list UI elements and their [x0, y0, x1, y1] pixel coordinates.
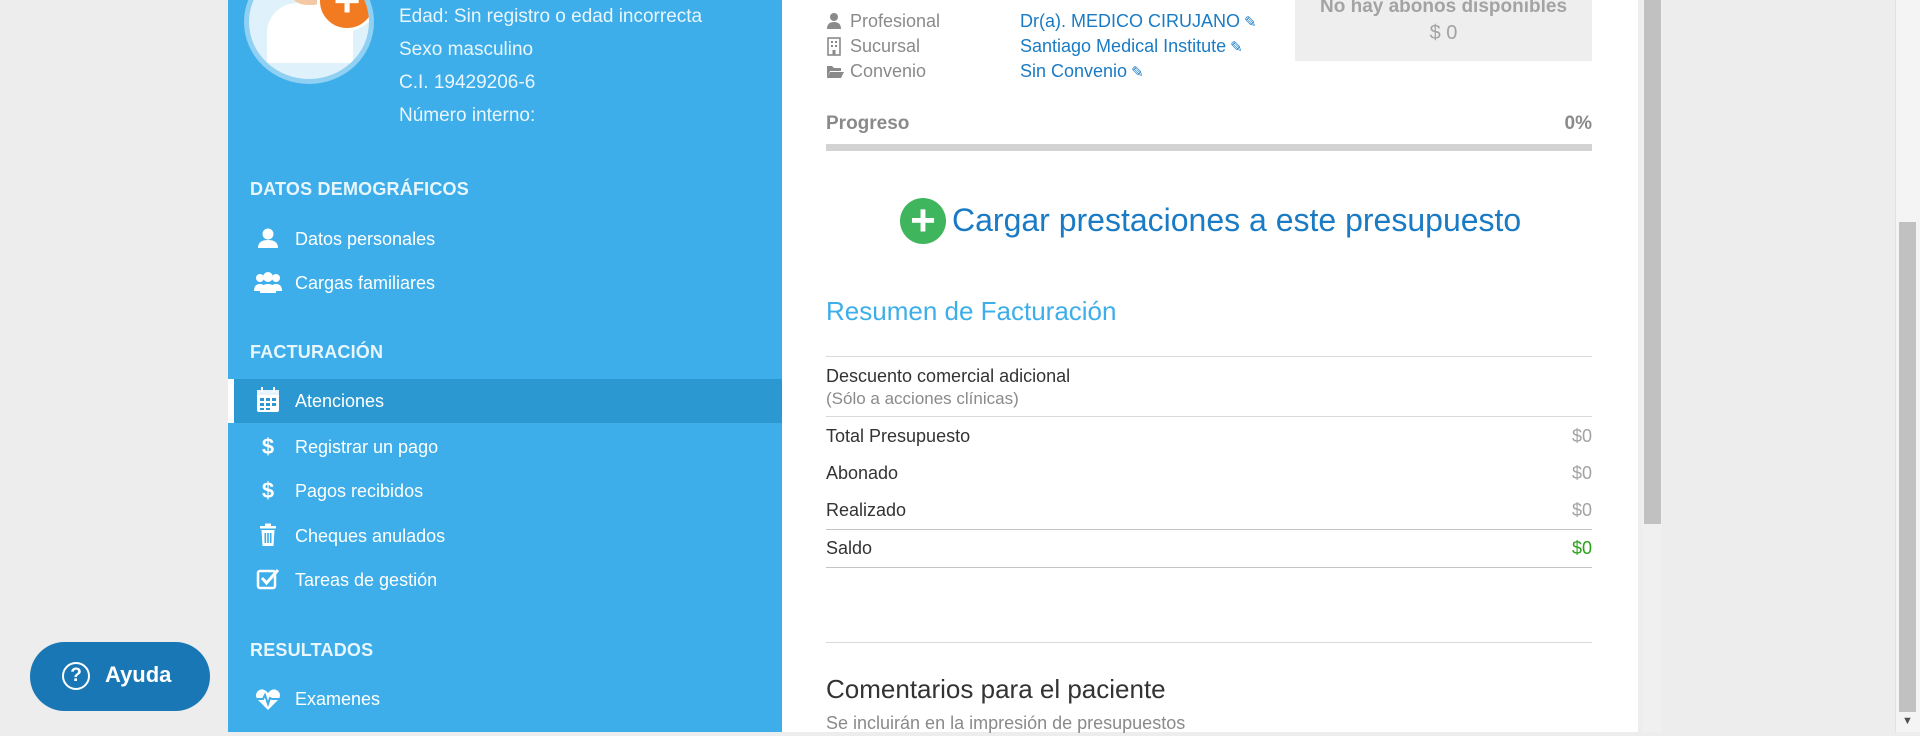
- trash-icon: [254, 514, 282, 558]
- abonos-box: No hay abonos disponibles $ 0: [1295, 0, 1592, 61]
- main-content: Profesional Dr(a). MEDICO CIRUJANO ✎ Sucu…: [782, 0, 1638, 733]
- realizado-value: $0: [1571, 500, 1592, 520]
- sidebar-item-label: Examenes: [295, 689, 381, 709]
- abonos-amount: $ 0: [1429, 22, 1458, 44]
- scroll-down-arrow-icon[interactable]: ▼: [1899, 714, 1916, 728]
- progress-percent: 0%: [1564, 113, 1592, 134]
- sucursal-link[interactable]: Santiago Medical Institute ✎: [1020, 34, 1243, 60]
- heartbeat-icon: [254, 677, 282, 721]
- sidebar-item-label: Registrar un pago: [295, 437, 439, 457]
- sidebar-item-label: Atenciones: [295, 391, 385, 411]
- convenio-link[interactable]: Sin Convenio ✎: [1020, 59, 1144, 85]
- info-key: Sucursal: [850, 36, 921, 56]
- sidebar-item-registrar-pago[interactable]: $ Registrar un pago: [228, 425, 782, 469]
- info-value: Sin Convenio: [1020, 61, 1128, 81]
- progress-label: Progreso: [826, 113, 910, 134]
- abonado-label: Abonado: [826, 463, 899, 483]
- plus-circle-icon: +: [900, 198, 946, 244]
- help-button[interactable]: ? Ayuda: [30, 642, 210, 711]
- divider: [826, 567, 1592, 568]
- total-presupuesto-label: Total Presupuesto: [826, 426, 971, 446]
- abonos-title: No hay abonos disponibles: [1319, 0, 1568, 17]
- cargar-prestaciones-label: Cargar prestaciones a este presupuesto: [952, 202, 1522, 238]
- dollar-icon: $: [261, 478, 275, 503]
- sidebar-item-tareas-gestion[interactable]: Tareas de gestión: [228, 558, 782, 602]
- question-circle-icon: ?: [62, 662, 90, 690]
- descuento-label: Descuento comercial adicional: [826, 366, 1071, 386]
- abonado-value: $0: [1571, 463, 1592, 483]
- pencil-icon: ✎: [1230, 39, 1243, 56]
- realizado-label: Realizado: [826, 500, 907, 520]
- page-scrollbar-thumb[interactable]: [1899, 222, 1916, 712]
- divider: [826, 416, 1592, 417]
- section-title-facturacion: FACTURACIÓN: [250, 342, 384, 362]
- sidebar-item-pagos-recibidos[interactable]: $ Pagos recibidos: [228, 469, 782, 513]
- sidebar-item-label: Cheques anulados: [295, 526, 446, 546]
- info-key: Convenio: [850, 61, 927, 81]
- sidebar-item-label: Datos personales: [295, 229, 436, 249]
- progress-bar: [826, 144, 1592, 151]
- comentarios-title: Comentarios para el paciente: [826, 674, 1166, 704]
- sidebar-item-label: Tareas de gestión: [295, 570, 438, 590]
- sidebar: + Edad: Sin registro o edad incorrecta S…: [228, 0, 782, 732]
- comentarios-subtitle: Se incluirán en la impresión de presupue…: [826, 713, 1186, 733]
- patient-internal-number: Número interno:: [399, 105, 536, 126]
- user-icon: [254, 217, 282, 261]
- saldo-value: $0: [1571, 538, 1592, 558]
- users-icon: [254, 261, 282, 305]
- divider: [826, 642, 1592, 643]
- pencil-icon: ✎: [1131, 64, 1144, 81]
- calendar-icon: [254, 379, 282, 423]
- descuento-sublabel: (Sólo a acciones clínicas): [826, 389, 1019, 408]
- info-value: Santiago Medical Institute: [1020, 36, 1227, 56]
- sidebar-item-examenes[interactable]: Examenes: [228, 677, 782, 721]
- section-title-resultados: RESULTADOS: [250, 640, 374, 660]
- folder-open-icon: [826, 59, 846, 91]
- sidebar-item-label: Cargas familiares: [295, 273, 436, 293]
- patient-sex: Sexo masculino: [399, 39, 534, 60]
- doctor-avatar: +: [244, 0, 374, 84]
- total-presupuesto-value: $0: [1571, 426, 1592, 446]
- divider: [826, 529, 1592, 530]
- section-title-datos-demograficos: DATOS DEMOGRÁFICOS: [250, 179, 469, 199]
- sidebar-item-cheques-anulados[interactable]: Cheques anulados: [228, 514, 782, 558]
- resumen-title: Resumen de Facturación: [826, 296, 1117, 326]
- sidebar-item-label: Pagos recibidos: [295, 481, 424, 501]
- patient-ci: C.I. 19429206-6: [399, 72, 536, 93]
- inner-scrollbar-thumb[interactable]: [1644, 0, 1661, 524]
- checkbox-icon: [254, 558, 282, 602]
- sidebar-item-cargas-familiares[interactable]: Cargas familiares: [228, 261, 782, 305]
- pencil-icon: ✎: [1244, 14, 1257, 31]
- profesional-link[interactable]: Dr(a). MEDICO CIRUJANO ✎: [1020, 9, 1257, 35]
- help-label: Ayuda: [105, 662, 172, 687]
- sidebar-item-datos-personales[interactable]: Datos personales: [228, 217, 782, 261]
- sidebar-item-atenciones[interactable]: Atenciones: [228, 379, 782, 423]
- divider: [826, 356, 1592, 357]
- dollar-icon: $: [261, 434, 275, 459]
- patient-age: Edad: Sin registro o edad incorrecta: [399, 6, 703, 27]
- info-value: Dr(a). MEDICO CIRUJANO: [1020, 11, 1240, 31]
- saldo-label: Saldo: [826, 538, 873, 558]
- info-key: Profesional: [850, 11, 941, 31]
